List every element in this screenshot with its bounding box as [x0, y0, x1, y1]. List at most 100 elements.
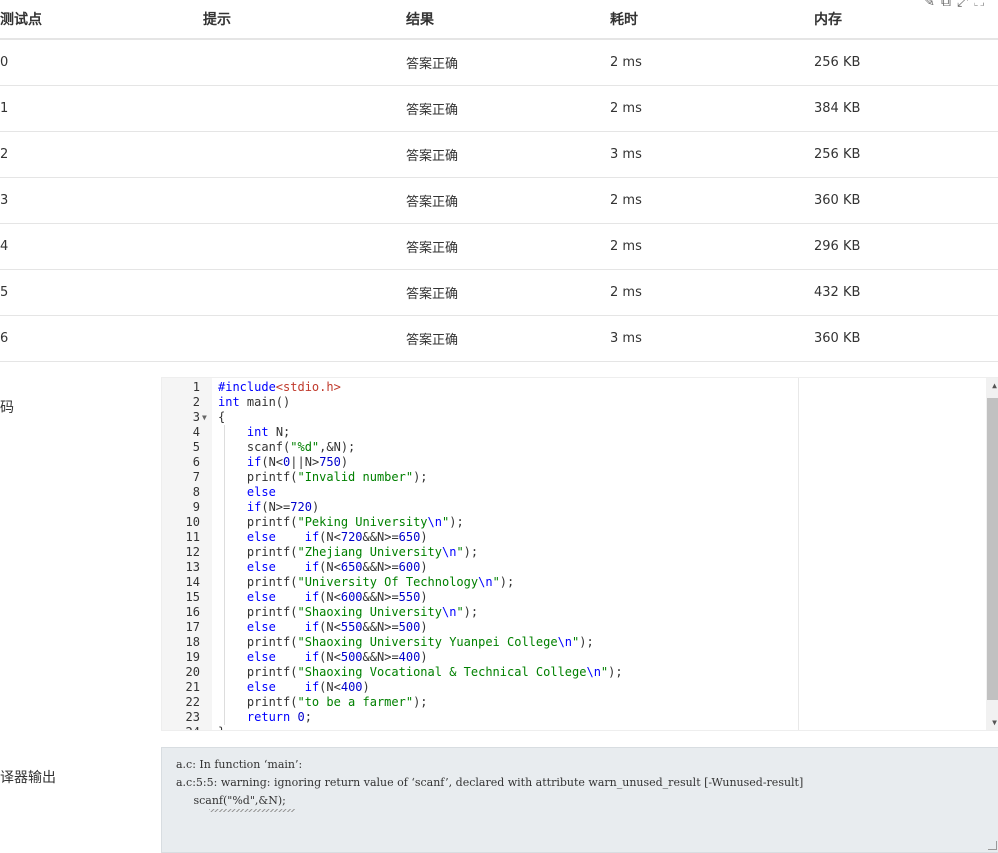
code-text[interactable]: printf("Shaoxing University\n");: [218, 605, 478, 620]
line-number: 21: [185, 680, 200, 694]
code-text[interactable]: else: [218, 485, 276, 500]
line-number: 8: [192, 485, 200, 499]
cell-time: 2 ms: [610, 177, 814, 224]
cell-memory: 256 KB: [814, 131, 998, 178]
cell-time: 2 ms: [610, 269, 814, 316]
cell-time: 3 ms: [610, 315, 814, 362]
code-text[interactable]: if(N>=720): [218, 500, 319, 515]
cell-time: 2 ms: [610, 39, 814, 86]
cell-result: 答案正确: [406, 315, 610, 362]
code-text[interactable]: else if(N<500&&N>=400): [218, 650, 428, 665]
line-number: 6: [192, 455, 200, 469]
table-row: 6 答案正确 3 ms 360 KB: [0, 315, 998, 362]
table-row: 1 答案正确 2 ms 384 KB: [0, 85, 998, 132]
compiler-output-label: 译器输出: [0, 770, 56, 786]
line-number: 11: [185, 530, 200, 544]
code-text[interactable]: }: [218, 725, 225, 730]
line-number: 24: [162, 725, 200, 730]
cell-result: 答案正确: [406, 131, 610, 178]
line-number: 22: [185, 695, 200, 709]
cell-test-point: 3: [0, 177, 203, 224]
cell-hint: [203, 131, 406, 178]
line-number: 13: [185, 560, 200, 574]
print-margin: [798, 378, 799, 730]
code-text[interactable]: scanf("%d",&N);: [218, 440, 355, 455]
cell-result: 答案正确: [406, 269, 610, 316]
code-text[interactable]: else if(N<550&&N>=500): [218, 620, 428, 635]
line-number: 15: [185, 590, 200, 604]
header-test-point: 测试点: [0, 0, 203, 40]
line-number: 7: [192, 470, 200, 484]
line-number: 19: [185, 650, 200, 664]
cell-memory: 360 KB: [814, 177, 998, 224]
cell-result: 答案正确: [406, 85, 610, 132]
line-number: 20: [185, 665, 200, 679]
scroll-up-icon[interactable]: ▲: [992, 381, 997, 390]
line-number: 2: [192, 395, 200, 409]
cell-memory: 360 KB: [814, 315, 998, 362]
results-table: 测试点 提示 结果 耗时 内存 0 答案正确 2 ms 256 KB 1 答案正确 2 ms…: [0, 0, 998, 362]
code-text[interactable]: printf("Zhejiang University\n");: [218, 545, 478, 560]
cell-hint: [203, 177, 406, 224]
code-text[interactable]: else if(N<650&&N>=600): [218, 560, 428, 575]
cell-test-point: 4: [0, 223, 203, 270]
editor-scrollbar[interactable]: ▲ ▼: [986, 378, 998, 730]
line-number: 17: [185, 620, 200, 634]
scroll-down-icon[interactable]: ▼: [992, 718, 997, 727]
code-text[interactable]: printf("University Of Technology\n");: [218, 575, 514, 590]
compiler-output-box[interactable]: a.c: In function ‘main’: a.c:5:5: warnin…: [161, 747, 998, 853]
code-text[interactable]: if(N<0||N>750): [218, 455, 348, 470]
cell-memory: 384 KB: [814, 85, 998, 132]
line-number: 14: [185, 575, 200, 589]
line-number: 1: [192, 380, 200, 394]
line-number: 12: [185, 545, 200, 559]
line-number: 3: [192, 410, 200, 424]
code-text[interactable]: return 0;: [218, 710, 312, 725]
cell-hint: [203, 269, 406, 316]
cell-memory: 432 KB: [814, 269, 998, 316]
cell-test-point: 6: [0, 315, 203, 362]
cell-time: 2 ms: [610, 223, 814, 270]
cell-time: 2 ms: [610, 85, 814, 132]
scrollbar-thumb[interactable]: [987, 398, 998, 700]
cell-hint: [203, 315, 406, 362]
table-row: 4 答案正确 2 ms 296 KB: [0, 223, 998, 270]
code-text[interactable]: printf("Shaoxing University Yuanpei Coll…: [218, 635, 594, 650]
line-number: 18: [185, 635, 200, 649]
code-text[interactable]: else if(N<720&&N>=650): [218, 530, 428, 545]
header-memory: 内存: [814, 0, 998, 40]
code-text[interactable]: int main(): [218, 395, 290, 410]
fold-toggle-icon[interactable]: ▼: [202, 410, 207, 425]
table-header-row: 测试点 提示 结果 耗时 内存: [0, 0, 998, 40]
code-text[interactable]: {: [218, 410, 225, 425]
cell-test-point: 0: [0, 39, 203, 86]
line-number: 23: [185, 710, 200, 724]
cell-result: 答案正确: [406, 223, 610, 270]
code-text[interactable]: else if(N<600&&N>=550): [218, 590, 428, 605]
code-text[interactable]: #include<stdio.h>: [218, 380, 341, 395]
table-row: 2 答案正确 3 ms 256 KB: [0, 131, 998, 178]
code-text[interactable]: printf("Peking University\n");: [218, 515, 464, 530]
compiler-line: a.c: In function ‘main’:: [176, 758, 303, 771]
table-row: 5 答案正确 2 ms 432 KB: [0, 269, 998, 316]
code-text[interactable]: else if(N<400): [218, 680, 370, 695]
code-editor[interactable]: 1 #include<stdio.h> 2 int main() 3 ▼{4 int N;…: [161, 377, 998, 731]
cell-test-point: 1: [0, 85, 203, 132]
header-time: 耗时: [610, 0, 814, 40]
cell-memory: 256 KB: [814, 39, 998, 86]
compiler-line: a.c:5:5: warning: ignoring return value …: [176, 776, 804, 789]
code-text[interactable]: int N;: [218, 425, 290, 440]
cell-hint: [203, 85, 406, 132]
code-text[interactable]: printf("Shaoxing Vocational & Technical …: [218, 665, 623, 680]
code-text[interactable]: printf("to be a farmer");: [218, 695, 428, 710]
header-result: 结果: [406, 0, 610, 40]
table-row: 0 答案正确 2 ms 256 KB: [0, 39, 998, 86]
resize-handle-icon[interactable]: [988, 841, 997, 850]
header-hint: 提示: [203, 0, 406, 40]
cell-test-point: 2: [0, 131, 203, 178]
code-text[interactable]: printf("Invalid number");: [218, 470, 428, 485]
warning-underline: [209, 809, 295, 812]
line-number: 10: [185, 515, 200, 529]
compiler-line: scanf("%d",&N);: [176, 794, 286, 807]
cell-hint: [203, 39, 406, 86]
